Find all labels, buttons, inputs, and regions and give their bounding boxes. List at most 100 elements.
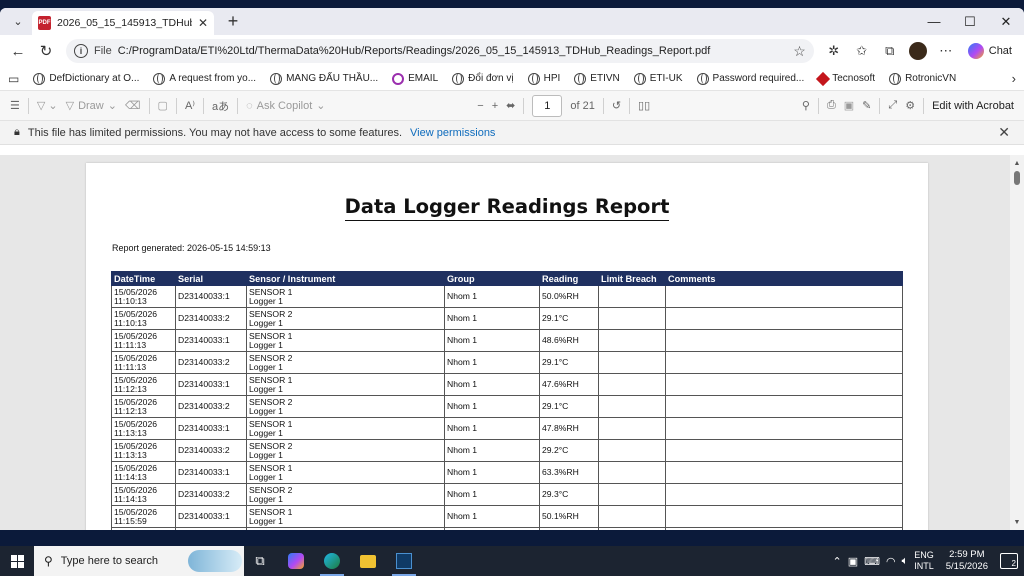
favorite-item[interactable]: Password required... <box>696 72 804 85</box>
maximize-icon[interactable]: ☐ <box>952 8 988 35</box>
cell-serial: D23140033:2 <box>175 351 247 374</box>
draw-button[interactable]: ▽ Draw ⌄ <box>66 99 117 113</box>
scroll-up-arrow-icon[interactable]: ▲ <box>1010 157 1024 169</box>
zoom-out-icon[interactable]: − <box>477 100 483 112</box>
chevron-up-icon[interactable]: ⌃ <box>832 555 841 568</box>
page-number-input[interactable]: 1 <box>532 94 563 117</box>
task-view-button[interactable]: ⧉ <box>242 546 278 576</box>
favorite-item[interactable]: MANG ĐẤU THẦU... <box>270 72 378 85</box>
eraser-icon[interactable]: ⌫ <box>125 99 141 112</box>
favorite-item[interactable]: EMAIL <box>392 72 438 85</box>
close-icon[interactable]: ✕ <box>998 124 1010 141</box>
back-arrow-icon[interactable]: ← <box>6 39 30 63</box>
table-row: 15/05/2026 11:11:13 D23140033:1 SENSOR 1 Log… <box>111 329 903 352</box>
volume-icon[interactable]: 🔈︎ <box>902 555 909 568</box>
pdf-page: Data Logger Readings Report Report gener… <box>86 163 928 530</box>
edge-app-button[interactable] <box>314 546 350 576</box>
scroll-thumb[interactable] <box>1014 171 1020 185</box>
profile-avatar[interactable] <box>906 39 930 63</box>
minimize-icon[interactable]: — <box>916 8 952 35</box>
table-row: 15/05/2026 11:15:59 D23140033:1 SENSOR 1 Log… <box>111 505 903 528</box>
wifi-icon[interactable]: ◠ <box>886 555 896 568</box>
cell-serial-serial: D23140033:1 <box>178 379 230 389</box>
new-tab-plus-icon[interactable]: + <box>220 11 246 33</box>
cell-serial-serial: D23140033:2 <box>178 445 230 455</box>
scroll-down-arrow-icon[interactable]: ▼ <box>1010 516 1024 528</box>
favorite-item[interactable]: DefDictionary at O... <box>33 72 139 85</box>
favorites-list-icon[interactable]: ✩ <box>850 39 874 63</box>
tab-actions-chevron-icon[interactable]: ⌄ <box>4 11 32 33</box>
vertical-scrollbar[interactable]: ▲ ▼ <box>1010 155 1024 530</box>
more-options-icon[interactable]: ⋯ <box>934 39 958 63</box>
cell-reading-reading: 63.3%RH <box>542 467 579 477</box>
extensions-puzzle-icon[interactable]: ✲ <box>822 39 846 63</box>
notification-center-icon[interactable]: 2 <box>1000 553 1018 569</box>
favorite-item[interactable]: A request from yo... <box>153 72 256 85</box>
start-button[interactable] <box>0 546 34 576</box>
cell-group-group: Nhom 1 <box>447 335 478 345</box>
file-explorer-button[interactable] <box>350 546 386 576</box>
site-info-icon[interactable]: i <box>74 44 88 58</box>
copilot-app-button[interactable] <box>278 546 314 576</box>
cell-reading: 29.1°C <box>539 351 599 374</box>
lock-icon: 🔒︎ <box>14 126 20 138</box>
thermadata-app-button[interactable] <box>386 546 422 576</box>
globe-icon <box>527 72 540 85</box>
contents-list-icon[interactable]: ☰ <box>10 99 20 112</box>
pdf-icon: PDF <box>38 16 51 30</box>
page-view-icon[interactable]: ▯▯ <box>638 99 650 112</box>
highlight-icon[interactable]: ▽ ⌄ <box>37 99 58 112</box>
col-group: Group <box>444 271 540 286</box>
col-serial: Serial <box>175 271 247 286</box>
favorite-item[interactable]: ETIVN <box>574 72 620 85</box>
favorite-item[interactable]: ETI-UK <box>633 72 683 85</box>
clock[interactable]: 2:59 PM 5/15/2026 <box>946 549 988 573</box>
collections-icon[interactable]: ⧉ <box>878 39 902 63</box>
refresh-icon[interactable]: ↻ <box>34 39 58 63</box>
favorite-item[interactable]: Đổi đơn vị <box>452 72 514 85</box>
favorite-item[interactable]: RotronicVN <box>889 72 956 85</box>
zoom-in-icon[interactable]: + <box>492 100 498 112</box>
favorite-item[interactable]: Tecnosoft <box>816 71 875 86</box>
settings-gear-icon[interactable]: ⚙ <box>905 99 915 112</box>
cell-limit-breach <box>598 461 666 484</box>
save-as-icon[interactable]: ✎ <box>862 99 871 112</box>
cell-group: Nhom 1 <box>444 285 540 308</box>
sidebar-toggle-icon[interactable]: ▭ <box>8 72 19 86</box>
chevron-right-icon[interactable]: › <box>1012 71 1016 86</box>
cell-serial: D23140033:1 <box>175 417 247 440</box>
meet-now-icon[interactable]: ▣ <box>848 555 858 568</box>
ask-copilot-button[interactable]: ◌ Ask Copilot ⌄ <box>246 99 325 113</box>
view-permissions-link[interactable]: View permissions <box>410 127 495 139</box>
window-controls: — ☐ ✕ <box>916 8 1024 35</box>
read-aloud-icon[interactable]: A⁾ <box>185 99 195 112</box>
cell-comments <box>665 527 903 530</box>
cell-datetime-time: 11:13:13 <box>114 449 147 460</box>
url-text[interactable]: C:/ProgramData/ETI%20Ltd/ThermaData%20Hu… <box>118 45 787 57</box>
address-bar[interactable]: i File C:/ProgramData/ETI%20Ltd/ThermaDa… <box>66 39 814 63</box>
table-row: 15/05/2026 11:10:13 D23140033:2 SENSOR 2 Log… <box>111 307 903 330</box>
table-row: 15/05/2026 SENSOR 2 <box>111 527 903 530</box>
favorite-item[interactable]: HPI <box>527 72 560 85</box>
text-box-icon[interactable]: ▢ <box>158 99 168 112</box>
cell-serial: D23140033:2 <box>175 395 247 418</box>
cell-comments <box>665 505 903 528</box>
close-window-icon[interactable]: ✕ <box>988 8 1024 35</box>
cell-limit-breach <box>598 329 666 352</box>
favorite-star-icon[interactable]: ☆ <box>793 43 806 60</box>
rotate-icon[interactable]: ↺ <box>612 99 621 112</box>
save-icon[interactable]: ▣ <box>844 99 854 112</box>
print-icon[interactable]: ⎙ <box>827 99 836 112</box>
fit-page-icon[interactable]: ⬌ <box>506 99 515 112</box>
tab-close-icon[interactable]: ✕ <box>198 16 208 30</box>
tab-report-pdf[interactable]: PDF 2026_05_15_145913_TDHub_Readi ✕ <box>32 11 214 35</box>
fullscreen-icon[interactable]: ⤢ <box>888 99 897 112</box>
translate-icon[interactable]: aあ <box>212 98 229 114</box>
keyboard-icon[interactable]: ⌨ <box>864 555 880 568</box>
folder-icon <box>360 554 376 568</box>
edit-with-acrobat-button[interactable]: Edit with Acrobat <box>932 100 1014 112</box>
cell-datetime: 15/05/2026 11:11:13 <box>111 351 176 374</box>
copilot-chat-button[interactable]: Chat <box>962 43 1018 59</box>
search-icon[interactable]: ⚲ <box>802 99 810 112</box>
language-indicator[interactable]: ENG INTL <box>914 550 934 572</box>
